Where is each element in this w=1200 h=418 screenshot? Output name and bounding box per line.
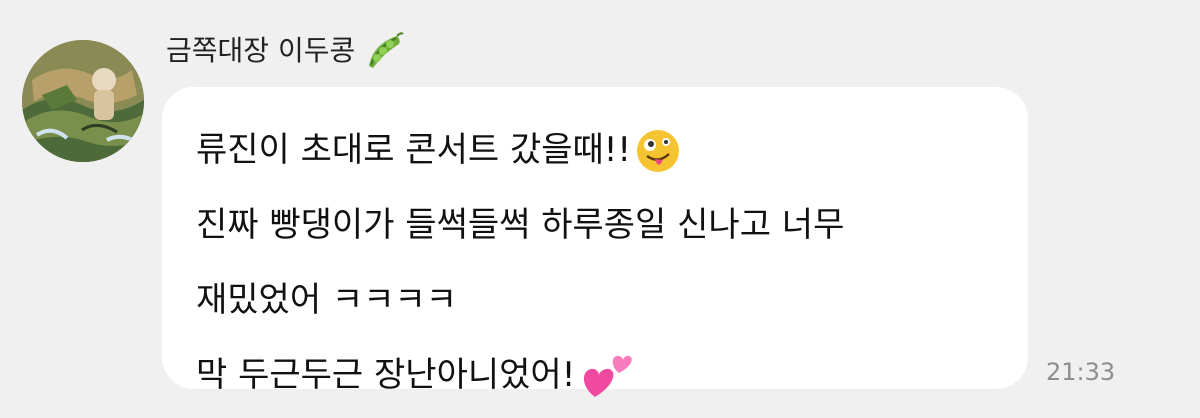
sender-name-text: 금쪽대장 이두콩 (166, 34, 356, 67)
message-line-1: 류진이 초대로 콘서트 갔을때!! (196, 113, 844, 188)
message-line-1-text: 류진이 초대로 콘서트 갔을때!! (196, 130, 632, 170)
pea-pod-icon (369, 32, 404, 68)
sender-avatar[interactable] (22, 40, 144, 162)
sender-name: 금쪽대장 이두콩 (166, 30, 405, 72)
chat-message-row: 금쪽대장 이두콩 류진이 초대로 콘서트 갔을때!! 진짜 빵댕이가 들썩들썩 … (0, 0, 1200, 418)
message-line-3-text: 재밌었어 ㅋㅋㅋㅋ (196, 280, 458, 320)
message-line-3: 재밌었어 ㅋㅋㅋㅋ (196, 263, 844, 338)
two-hearts-icon (584, 355, 633, 397)
message-bubble[interactable]: 류진이 초대로 콘서트 갔을때!! 진짜 빵댕이가 들썩들썩 하루종일 신나고 … (162, 87, 1028, 397)
message-text: 류진이 초대로 콘서트 갔을때!! 진짜 빵댕이가 들썩들썩 하루종일 신나고 … (196, 113, 844, 413)
message-line-4-text: 막 두근두근 장난아니었어! (196, 355, 576, 395)
zany-face-icon (637, 129, 680, 172)
message-line-4: 막 두근두근 장난아니었어! (196, 338, 844, 413)
message-line-2-text: 진짜 빵댕이가 들썩들썩 하루종일 신나고 너무 (196, 205, 845, 245)
message-line-2: 진짜 빵댕이가 들썩들썩 하루종일 신나고 너무 (196, 188, 844, 263)
message-timestamp: 21:33 (1046, 358, 1116, 386)
avatar-image (22, 40, 144, 162)
